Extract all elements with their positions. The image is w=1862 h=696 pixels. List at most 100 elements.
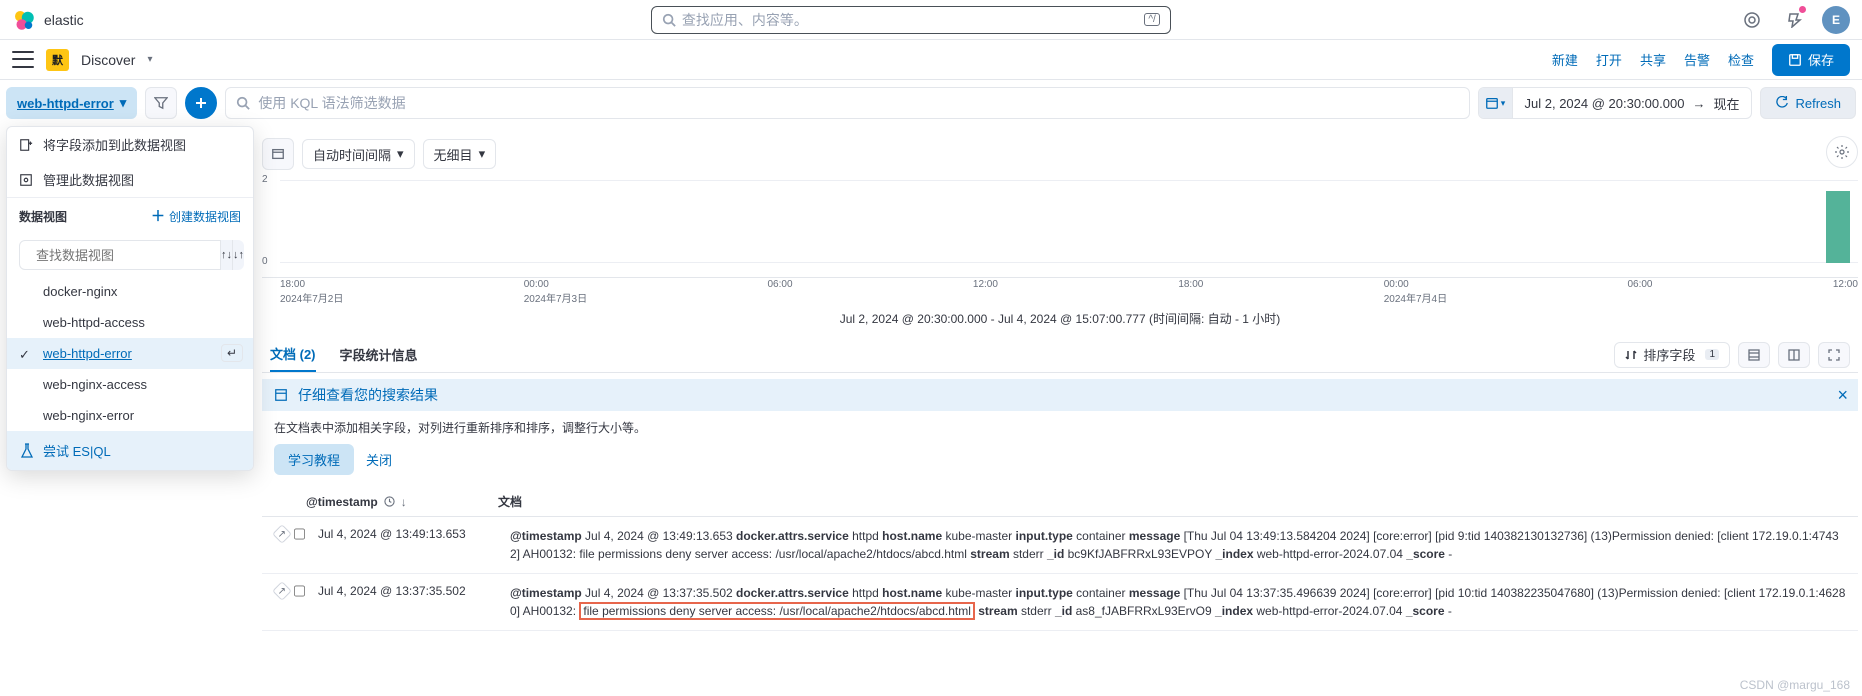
kql-input[interactable]: 使用 KQL 语法筛选数据 <box>225 87 1469 119</box>
filter-icon <box>154 96 168 110</box>
dismiss-link[interactable]: 关闭 <box>366 444 392 475</box>
try-esql[interactable]: 尝试 ES|QL <box>7 431 253 470</box>
x-tick: 00:002024年7月4日 <box>1384 279 1447 305</box>
histogram-chart[interactable]: 2 0 18:002024年7月2日00:002024年7月3日06:0012:… <box>262 178 1858 278</box>
tab-documents[interactable]: 文档 (2) <box>270 337 316 372</box>
dataview-label: web-httpd-error <box>17 96 114 111</box>
chart-settings-icon[interactable] <box>1826 136 1858 168</box>
row-timestamp: Jul 4, 2024 @ 13:49:13.653 <box>318 527 498 541</box>
open-link[interactable]: 打开 <box>1596 50 1622 69</box>
sort-icon <box>1625 349 1637 361</box>
main-content: 自动时间间隔▾ 无细目▾ 2 0 18:002024年7月2日00:002024… <box>0 126 1862 696</box>
search-placeholder: 查找应用、内容等。 <box>682 10 808 30</box>
grid-density-icon[interactable] <box>1738 342 1770 368</box>
table-row: ↗Jul 4, 2024 @ 13:37:35.502@timestamp Ju… <box>262 574 1858 631</box>
plus-icon <box>195 97 207 109</box>
chevron-down-icon: ▾ <box>120 95 127 111</box>
inspect-link[interactable]: 检查 <box>1728 50 1754 69</box>
row-document: @timestamp Jul 4, 2024 @ 13:49:13.653 do… <box>510 527 1846 563</box>
dataview-item[interactable]: web-nginx-access <box>7 369 253 400</box>
y-tick: 2 <box>262 174 268 185</box>
add-field-icon <box>19 138 33 152</box>
date-range-text[interactable]: Jul 2, 2024 @ 20:30:00.000 → 现在 <box>1513 94 1752 113</box>
dataview-popover: 将字段添加到此数据视图 管理此数据视图 数据视图 ＋创建数据视图 ↑↓ ↓↑ d… <box>6 126 254 471</box>
inspect-icon <box>274 388 288 402</box>
tab-field-stats[interactable]: 字段统计信息 <box>340 337 418 372</box>
sort-desc-icon[interactable]: ↓↑ <box>232 240 244 270</box>
x-tick: 18:002024年7月2日 <box>280 279 343 305</box>
save-icon <box>1788 53 1802 67</box>
header-actions: E <box>1738 6 1850 34</box>
elastic-logo-icon <box>12 8 36 32</box>
save-button[interactable]: 保存 <box>1772 44 1850 76</box>
close-icon[interactable]: × <box>1837 385 1848 406</box>
x-tick: 06:00 <box>768 279 793 305</box>
dataview-section-header: 数据视图 ＋创建数据视图 <box>19 206 241 226</box>
chart-toolbar: 自动时间间隔▾ 无细目▾ <box>262 134 1858 174</box>
nav-toggle-icon[interactable] <box>12 49 34 71</box>
expand-row-icon[interactable]: ↗ <box>272 581 292 601</box>
chevron-down-icon: ▾ <box>397 146 404 162</box>
clock-icon <box>384 496 395 507</box>
manage-dataview-action[interactable]: 管理此数据视图 <box>7 162 253 197</box>
table-row: ↗ Jul 4, 2024 @ 13:49:13.653 @timestamp Ju… <box>262 517 1858 574</box>
dataview-item[interactable]: web-nginx-error <box>7 400 253 431</box>
calendar-icon[interactable]: ▾ <box>1479 88 1513 118</box>
add-field-action[interactable]: 将字段添加到此数据视图 <box>7 127 253 162</box>
create-dataview-link[interactable]: ＋创建数据视图 <box>151 206 241 226</box>
row-checkbox[interactable] <box>294 528 305 540</box>
x-tick: 18:00 <box>1178 279 1203 305</box>
global-header: elastic 查找应用、内容等。 ^/ E <box>0 0 1862 40</box>
result-tabs: 文档 (2) 字段统计信息 排序字段 1 <box>262 337 1858 373</box>
interval-select[interactable]: 自动时间间隔▾ <box>302 139 415 169</box>
dataview-item[interactable]: ✓web-httpd-error↵ <box>7 338 253 369</box>
dataview-item[interactable]: web-httpd-access <box>7 307 253 338</box>
newsfeed-icon[interactable] <box>1780 6 1808 34</box>
kql-placeholder: 使用 KQL 语法筛选数据 <box>258 93 405 113</box>
col-document[interactable]: 文档 <box>498 493 1846 510</box>
col-timestamp[interactable]: @timestamp ↓ <box>306 493 486 510</box>
app-toolbar: 默 Discover ▾ 新建 打开 共享 告警 检查 保存 <box>0 40 1862 80</box>
date-picker[interactable]: ▾ Jul 2, 2024 @ 20:30:00.000 → 现在 <box>1478 87 1753 119</box>
avatar[interactable]: E <box>1822 6 1850 34</box>
search-icon <box>236 96 250 110</box>
x-tick: 12:00 <box>1833 279 1858 305</box>
chevron-down-icon: ▾ <box>479 146 486 162</box>
fullscreen-icon[interactable] <box>1818 342 1850 368</box>
hint-banner: 仔细查看您的搜索结果 × <box>262 379 1858 411</box>
dataview-search[interactable]: ↑↓ ↓↑ <box>19 240 241 270</box>
histogram-bar[interactable] <box>1826 191 1850 263</box>
toggle-histogram-icon[interactable] <box>262 138 294 170</box>
sort-down-icon: ↓ <box>401 495 407 509</box>
x-tick: 06:00 <box>1627 279 1652 305</box>
gear-icon <box>19 173 33 187</box>
refresh-button[interactable]: Refresh <box>1760 87 1856 119</box>
breadcrumb[interactable]: Discover <box>81 52 135 68</box>
columns-icon[interactable] <box>1778 342 1810 368</box>
learn-button[interactable]: 学习教程 <box>274 444 354 475</box>
add-filter-button[interactable] <box>185 87 217 119</box>
dataview-item[interactable]: docker-nginx <box>7 276 253 307</box>
chevron-down-icon[interactable]: ▾ <box>147 54 152 65</box>
share-link[interactable]: 共享 <box>1640 50 1666 69</box>
sort-fields-button[interactable]: 排序字段 1 <box>1614 342 1730 368</box>
breakdown-select[interactable]: 无细目▾ <box>423 139 497 169</box>
space-badge[interactable]: 默 <box>46 49 69 71</box>
dataview-list: docker-nginxweb-httpd-access✓web-httpd-e… <box>7 276 253 431</box>
search-icon <box>662 13 676 27</box>
sort-asc-icon[interactable]: ↑↓ <box>220 240 232 270</box>
table-header: @timestamp ↓ 文档 <box>262 485 1858 517</box>
expand-row-icon[interactable]: ↗ <box>272 524 292 544</box>
dataview-search-input[interactable] <box>28 248 220 263</box>
new-link[interactable]: 新建 <box>1552 50 1578 69</box>
brand[interactable]: elastic <box>12 8 84 32</box>
dataview-selector[interactable]: web-httpd-error ▾ <box>6 87 137 119</box>
help-icon[interactable] <box>1738 6 1766 34</box>
y-tick: 0 <box>262 256 268 267</box>
alerts-link[interactable]: 告警 <box>1684 50 1710 69</box>
row-document: @timestamp Jul 4, 2024 @ 13:37:35.502 do… <box>510 584 1846 620</box>
filter-icon-button[interactable] <box>145 87 177 119</box>
global-search[interactable]: 查找应用、内容等。 ^/ <box>651 6 1171 34</box>
row-checkbox[interactable] <box>294 585 305 597</box>
x-tick: 12:00 <box>973 279 998 305</box>
